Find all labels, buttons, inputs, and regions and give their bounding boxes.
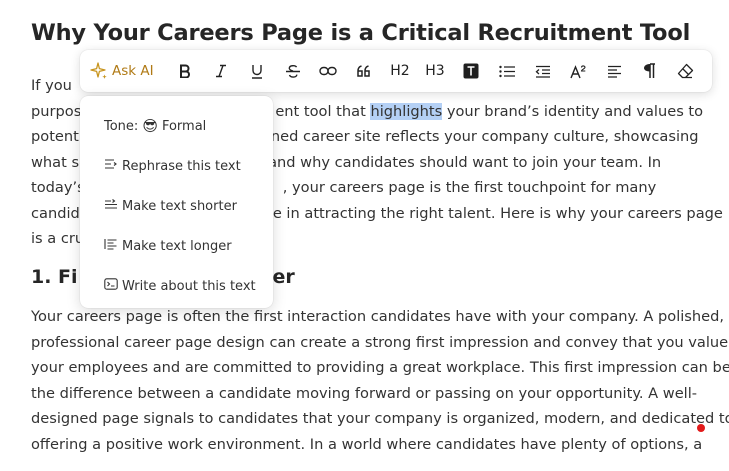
longer-item[interactable]: Make text longer xyxy=(104,234,232,258)
heading2-button[interactable]: H2 xyxy=(388,50,412,92)
quote-button[interactable] xyxy=(356,50,372,92)
selected-text[interactable]: highlights xyxy=(370,102,443,120)
text-box-icon xyxy=(463,63,479,79)
underline-icon xyxy=(250,64,264,79)
write-about-label: Write about this text xyxy=(122,278,256,294)
link-icon xyxy=(319,65,337,77)
rephrase-item[interactable]: Rephrase this text xyxy=(104,154,241,178)
underline-button[interactable] xyxy=(248,50,266,92)
write-about-icon xyxy=(104,278,118,294)
paragraph-section1[interactable]: Your careers page is often the first int… xyxy=(31,304,729,457)
superscript-button[interactable] xyxy=(569,50,587,92)
italic-button[interactable] xyxy=(212,50,230,92)
clear-format-button[interactable] xyxy=(676,50,694,92)
outdent-button[interactable] xyxy=(534,50,552,92)
outdent-icon xyxy=(535,65,551,78)
lengthen-icon xyxy=(104,238,118,254)
tone-label: Tone: xyxy=(104,118,139,134)
page-title[interactable]: Why Your Careers Page is a Critical Recr… xyxy=(31,20,690,46)
italic-icon xyxy=(214,64,228,78)
sparkle-icon xyxy=(90,62,108,80)
rephrase-icon xyxy=(104,158,118,174)
text-highlight-button[interactable] xyxy=(462,50,480,92)
bold-icon xyxy=(178,64,192,78)
ask-ai-label: Ask AI xyxy=(112,63,154,79)
shorter-label: Make text shorter xyxy=(122,198,237,214)
shorter-item[interactable]: Make text shorter xyxy=(104,194,237,218)
superscript-icon xyxy=(569,64,587,79)
text-line: the difference between a candidate movin… xyxy=(31,384,698,402)
bullet-list-icon xyxy=(499,65,515,78)
strikethrough-icon xyxy=(285,64,301,79)
presence-cursor-dot xyxy=(697,424,705,432)
text-line: your employees and are committed to prov… xyxy=(31,359,729,376)
bullet-list-button[interactable] xyxy=(498,50,516,92)
ask-ai-button[interactable]: Ask AI xyxy=(88,50,156,92)
quote-icon xyxy=(357,65,371,77)
paragraph-button[interactable] xyxy=(641,50,657,92)
link-button[interactable] xyxy=(318,50,338,92)
shorten-icon xyxy=(104,198,118,214)
bold-button[interactable] xyxy=(176,50,194,92)
strikethrough-button[interactable] xyxy=(284,50,302,92)
eraser-icon xyxy=(677,63,694,79)
align-left-icon xyxy=(607,65,622,78)
rephrase-label: Rephrase this text xyxy=(122,158,241,174)
tone-selector[interactable]: Tone: 😎 Formal xyxy=(104,114,206,138)
heading3-button[interactable]: H3 xyxy=(423,50,447,92)
align-left-button[interactable] xyxy=(605,50,623,92)
pilcrow-icon xyxy=(643,63,656,79)
tone-value: Formal xyxy=(161,118,207,134)
text-line: professional career page design can crea… xyxy=(31,333,729,351)
format-toolbar: Ask AI H2 H3 xyxy=(80,50,712,92)
longer-label: Make text longer xyxy=(122,238,232,254)
text-line: designed page signals to candidates that… xyxy=(31,410,729,427)
write-about-item[interactable]: Write about this text xyxy=(104,274,256,298)
sunglasses-emoji-icon: 😎 xyxy=(142,116,158,135)
ai-actions-menu: Tone: 😎 Formal Rephrase this text Make t… xyxy=(80,96,273,308)
text-line: offering a positive work environment. In… xyxy=(31,435,703,453)
